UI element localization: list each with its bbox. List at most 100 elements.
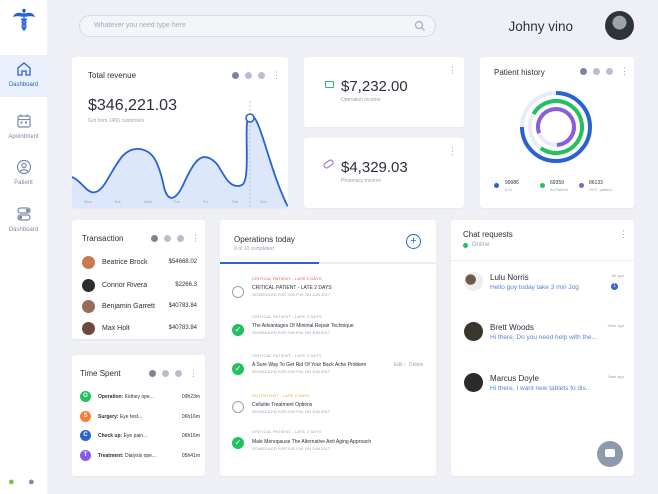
sidebar-item-dashboard-2[interactable]: Dashboard <box>0 206 47 246</box>
avatar <box>82 279 95 292</box>
time-hours: 06h16m <box>181 433 200 439</box>
revenue-area-chart <box>72 101 288 208</box>
more-menu-icon[interactable]: ⋮ <box>448 65 457 76</box>
avatar <box>464 373 483 392</box>
treatment-letter-icon: T <box>80 450 91 461</box>
operation-income-label: Operation income <box>341 97 381 103</box>
legend-dot <box>579 183 584 188</box>
day-label: Fri <box>203 199 208 204</box>
operation-schedule: SCHEDULED FOR 3:00 P.M. ON JUN 2017 <box>252 292 330 297</box>
apple-icon[interactable]: ● <box>28 476 35 488</box>
sidebar-item-dashboard[interactable]: Dashboard <box>0 55 47 97</box>
chat-message: Hi there, I want new tablets fo dis... <box>490 385 592 392</box>
legend-dot <box>494 183 499 188</box>
filter-dot[interactable] <box>164 235 171 242</box>
user-name[interactable]: Johny vino <box>508 19 573 34</box>
transaction-title: Transaction <box>82 234 124 243</box>
day-label: Mon <box>84 199 92 204</box>
operation-income-amount: $7,232.00 <box>341 78 408 95</box>
calendar-icon <box>16 114 31 128</box>
user-avatar[interactable] <box>605 11 634 40</box>
android-icon[interactable]: ● <box>8 476 15 488</box>
day-label: Sun <box>260 199 268 204</box>
patient-history-title: Patient history <box>494 68 545 77</box>
chat-bubble-icon <box>605 449 615 457</box>
patient-icon <box>16 159 31 175</box>
chat-time: 3min ago <box>607 323 624 328</box>
more-menu-icon[interactable]: ⋮ <box>189 368 198 379</box>
out-patient-value: 86133 <box>589 180 603 186</box>
edit-link[interactable]: Edit <box>394 362 403 368</box>
sidebar-item-patient[interactable]: Patient <box>0 159 47 199</box>
filter-dot[interactable] <box>606 68 613 75</box>
sidebar-item-appointment[interactable]: Apointment <box>0 113 47 153</box>
unchecked-circle-icon[interactable] <box>232 286 244 298</box>
time-desc: Eye pain... <box>123 433 148 439</box>
operation-name: A Sure Way To Get Rid Of Your Back Ache … <box>252 362 367 368</box>
checked-circle-icon[interactable]: ✓ <box>232 363 244 375</box>
search-input[interactable]: Whatever you need type here <box>79 15 436 37</box>
add-operation-button[interactable]: + <box>406 234 421 249</box>
checkup-letter-icon: C <box>80 430 91 441</box>
icu-value: 99986 <box>505 180 519 186</box>
time-desc: Kidney ope... <box>124 394 154 400</box>
day-label: Sat <box>232 199 239 204</box>
operation-tag: CRITICAL PATIENT - LATE 2 DAYS <box>252 276 322 281</box>
chat-name: Brett Woods <box>490 323 534 332</box>
home-icon <box>16 62 31 76</box>
sidebar-item-label: Dashboard <box>8 82 39 88</box>
filter-dot[interactable] <box>149 370 156 377</box>
operation-tag: OUTPATIENT - LATE 2 DAYS <box>252 393 310 398</box>
out-patient-label: OUT- patient <box>589 187 612 192</box>
operations-title: Operations today <box>234 235 295 244</box>
pill-icon <box>322 158 335 170</box>
filter-dot[interactable] <box>177 235 184 242</box>
toggle-icon <box>16 207 31 221</box>
sidebar-item-label: Patient <box>14 180 33 186</box>
filter-dot[interactable] <box>151 235 158 242</box>
divider <box>451 260 634 261</box>
avatar <box>82 322 95 335</box>
filter-dot[interactable] <box>593 68 600 75</box>
transaction-amount: $54668.02 <box>168 259 197 265</box>
filter-dot[interactable] <box>580 68 587 75</box>
more-menu-icon[interactable]: ⋮ <box>191 233 200 244</box>
time-desc: Eye test... <box>119 414 143 420</box>
filter-dot[interactable] <box>175 370 182 377</box>
time-hours: 06h16m <box>181 414 200 420</box>
operation-name: The Advantages Of Minimal Repair Techniq… <box>252 323 354 329</box>
day-label: Thu <box>173 199 180 204</box>
chat-message: Hi there, Do you need help with the... <box>490 334 597 341</box>
time-desc: Dialysis ope... <box>124 453 157 459</box>
operations-subtitle: 9 of 10 completed <box>234 246 274 252</box>
chat-fab-button[interactable] <box>597 441 623 467</box>
patient-history-card: Patient history ⋮ 99986 ICU 69359 IN-Pat… <box>480 57 634 208</box>
more-menu-icon[interactable]: ⋮ <box>619 229 628 240</box>
operation-tag: CRITICAL PATIENT - LATE 2 DAYS <box>252 314 322 319</box>
operation-income-card: $7,232.00 Operation income ⋮ <box>304 57 464 127</box>
sidebar: Dashboard Apointment Patient Dashboard ●… <box>0 0 47 494</box>
pharmacy-income-card: $4,329.03 Pharmacy income ⋮ <box>304 138 464 208</box>
avatar <box>82 300 95 313</box>
unchecked-circle-icon[interactable] <box>232 401 244 413</box>
delete-link[interactable]: Delete <box>409 362 423 368</box>
chat-name: Lulu Norris <box>490 273 529 282</box>
time-hours: 09h23m <box>181 394 200 400</box>
checked-circle-icon[interactable]: ✓ <box>232 437 244 449</box>
search-icon[interactable] <box>414 20 426 32</box>
operation-letter-icon: O <box>80 391 91 402</box>
operations-card: Operations today 9 of 10 completed + <box>220 220 436 476</box>
sidebar-item-label: Dashboard <box>8 227 39 233</box>
patient-ring-chart <box>520 91 592 163</box>
filter-dot[interactable] <box>162 370 169 377</box>
time-kind: Surgery: <box>98 414 119 420</box>
day-label: Wed <box>144 199 153 204</box>
more-menu-icon[interactable]: ⋮ <box>448 146 457 157</box>
in-patient-label: IN-Patient <box>550 187 568 192</box>
more-menu-icon[interactable]: ⋮ <box>620 66 629 77</box>
avatar <box>82 256 95 269</box>
caduceus-logo-icon[interactable] <box>12 8 36 32</box>
avatar <box>464 272 483 291</box>
checked-circle-icon[interactable]: ✓ <box>232 324 244 336</box>
time-hours: 05h41m <box>181 453 200 459</box>
